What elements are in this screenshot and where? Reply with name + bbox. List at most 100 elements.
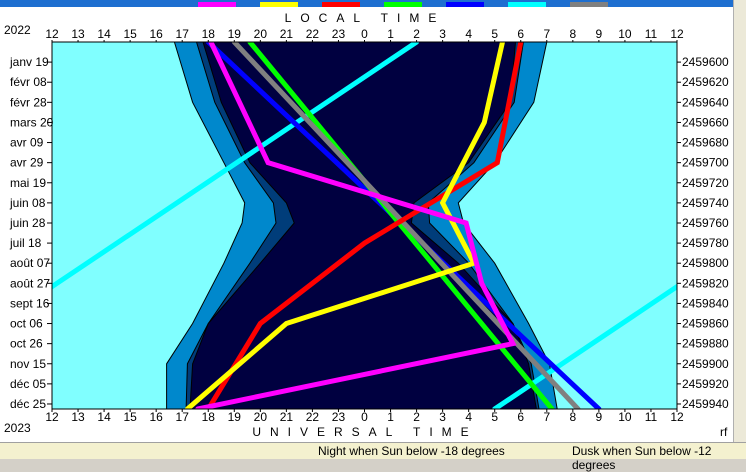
top-tick-label: 9 <box>596 27 603 41</box>
top-tick-label: 4 <box>465 27 472 41</box>
local-time-title: LOCAL TIME <box>285 11 446 25</box>
top-tick-label: 21 <box>280 27 294 41</box>
top-tick-label: 22 <box>306 27 320 41</box>
date-label: août 27 <box>10 276 50 290</box>
corner-mark: rf <box>720 425 728 439</box>
date-label: juin 08 <box>9 196 46 210</box>
bottom-tick-label: 7 <box>543 410 550 424</box>
top-tick-label: 16 <box>149 27 163 41</box>
bottom-tick-label: 16 <box>149 410 163 424</box>
date-label: déc 25 <box>10 397 46 411</box>
top-tick-label: 1 <box>387 27 394 41</box>
legend-bar <box>0 0 733 7</box>
top-tick-label: 2 <box>413 27 420 41</box>
bottom-tick-label: 9 <box>596 410 603 424</box>
plot-area <box>51 41 678 410</box>
top-tick-label: 6 <box>517 27 524 41</box>
bottom-tick-label: 1 <box>387 410 394 424</box>
jd-label: 2459720 <box>682 176 729 190</box>
date-label: avr 29 <box>10 156 44 170</box>
date-label: nov 15 <box>10 357 46 371</box>
bottom-tick-label: 15 <box>123 410 137 424</box>
top-tick-label: 23 <box>332 27 346 41</box>
jd-label: 2459900 <box>682 357 729 371</box>
bottom-tick-label: 14 <box>97 410 111 424</box>
dusk-legend-text: Dusk when Sun below -12 degrees <box>572 444 712 472</box>
bottom-tick-label: 11 <box>645 410 658 424</box>
jd-label: 2459800 <box>682 256 729 270</box>
top-tick-label: 14 <box>97 27 111 41</box>
bottom-tick-label: 4 <box>465 410 472 424</box>
legend-swatch <box>322 2 360 7</box>
date-label: juil 18 <box>9 236 42 250</box>
top-tick-label: 7 <box>543 27 550 41</box>
top-tick-label: 19 <box>228 27 242 41</box>
jd-label: 2459880 <box>682 337 729 351</box>
universal-time-title: UNIVERSAL TIME <box>252 425 477 439</box>
bottom-tick-label: 2 <box>413 410 420 424</box>
legend-swatch <box>570 2 608 7</box>
jd-label: 2459780 <box>682 236 729 250</box>
jd-label: 2459600 <box>682 55 729 69</box>
status-bar: Night when Sun below -18 degrees Dusk wh… <box>0 442 746 472</box>
legend-swatch <box>446 2 484 7</box>
jd-label: 2459740 <box>682 196 729 210</box>
bottom-tick-label: 3 <box>439 410 446 424</box>
jd-label: 2459700 <box>682 156 729 170</box>
date-label: mai 19 <box>10 176 46 190</box>
date-label: sept 16 <box>10 296 50 310</box>
jd-label: 2459860 <box>682 317 729 331</box>
date-label: févr 08 <box>10 75 47 89</box>
jd-label: 2459640 <box>682 95 729 109</box>
bottom-tick-label: 6 <box>517 410 524 424</box>
legend-swatch <box>384 2 422 7</box>
top-tick-label: 3 <box>439 27 446 41</box>
jd-label: 2459940 <box>682 397 729 411</box>
top-tick-label: 12 <box>670 27 684 41</box>
bottom-tick-label: 13 <box>71 410 85 424</box>
night-legend-text: Night when Sun below -18 degrees <box>318 444 505 458</box>
vertical-scrollbar[interactable] <box>733 0 746 442</box>
bottom-tick-label: 20 <box>254 410 268 424</box>
date-label: févr 28 <box>10 95 47 109</box>
legend-swatch <box>198 2 236 7</box>
bottom-tick-label: 17 <box>176 410 190 424</box>
bottom-tick-label: 10 <box>618 410 632 424</box>
night-chart: 2022 2023 LOCAL TIME UNIVERSAL TIME rf 1… <box>0 0 733 442</box>
year-top: 2022 <box>4 23 31 37</box>
top-tick-label: 12 <box>45 27 59 41</box>
jd-label: 2459660 <box>682 115 729 129</box>
year-bottom: 2023 <box>4 421 31 435</box>
top-tick-label: 18 <box>202 27 216 41</box>
date-label: janv 19 <box>9 55 49 69</box>
jd-label: 2459620 <box>682 75 729 89</box>
jd-label: 2459840 <box>682 296 729 310</box>
date-label: août 07 <box>10 256 50 270</box>
legend-swatch <box>260 2 298 7</box>
bottom-tick-label: 22 <box>306 410 320 424</box>
bottom-tick-label: 19 <box>228 410 242 424</box>
jd-label: 2459920 <box>682 377 729 391</box>
top-tick-label: 17 <box>176 27 190 41</box>
bottom-tick-label: 12 <box>670 410 684 424</box>
top-tick-label: 0 <box>361 27 368 41</box>
bottom-tick-label: 5 <box>491 410 498 424</box>
bottom-tick-label: 0 <box>361 410 368 424</box>
bottom-tick-label: 18 <box>202 410 216 424</box>
date-label: oct 26 <box>10 337 43 351</box>
top-tick-label: 13 <box>71 27 85 41</box>
top-tick-label: 20 <box>254 27 268 41</box>
bottom-tick-label: 12 <box>45 410 59 424</box>
jd-label: 2459760 <box>682 216 729 230</box>
bottom-tick-label: 21 <box>280 410 294 424</box>
date-label: avr 09 <box>10 136 44 150</box>
date-label: juin 28 <box>9 216 46 230</box>
top-tick-label: 5 <box>491 27 498 41</box>
date-label: déc 05 <box>10 377 46 391</box>
top-tick-label: 10 <box>618 27 632 41</box>
top-tick-label: 8 <box>569 27 576 41</box>
bottom-tick-label: 8 <box>569 410 576 424</box>
top-tick-label: 15 <box>123 27 137 41</box>
legend-swatch <box>508 2 546 7</box>
bottom-tick-label: 23 <box>332 410 346 424</box>
